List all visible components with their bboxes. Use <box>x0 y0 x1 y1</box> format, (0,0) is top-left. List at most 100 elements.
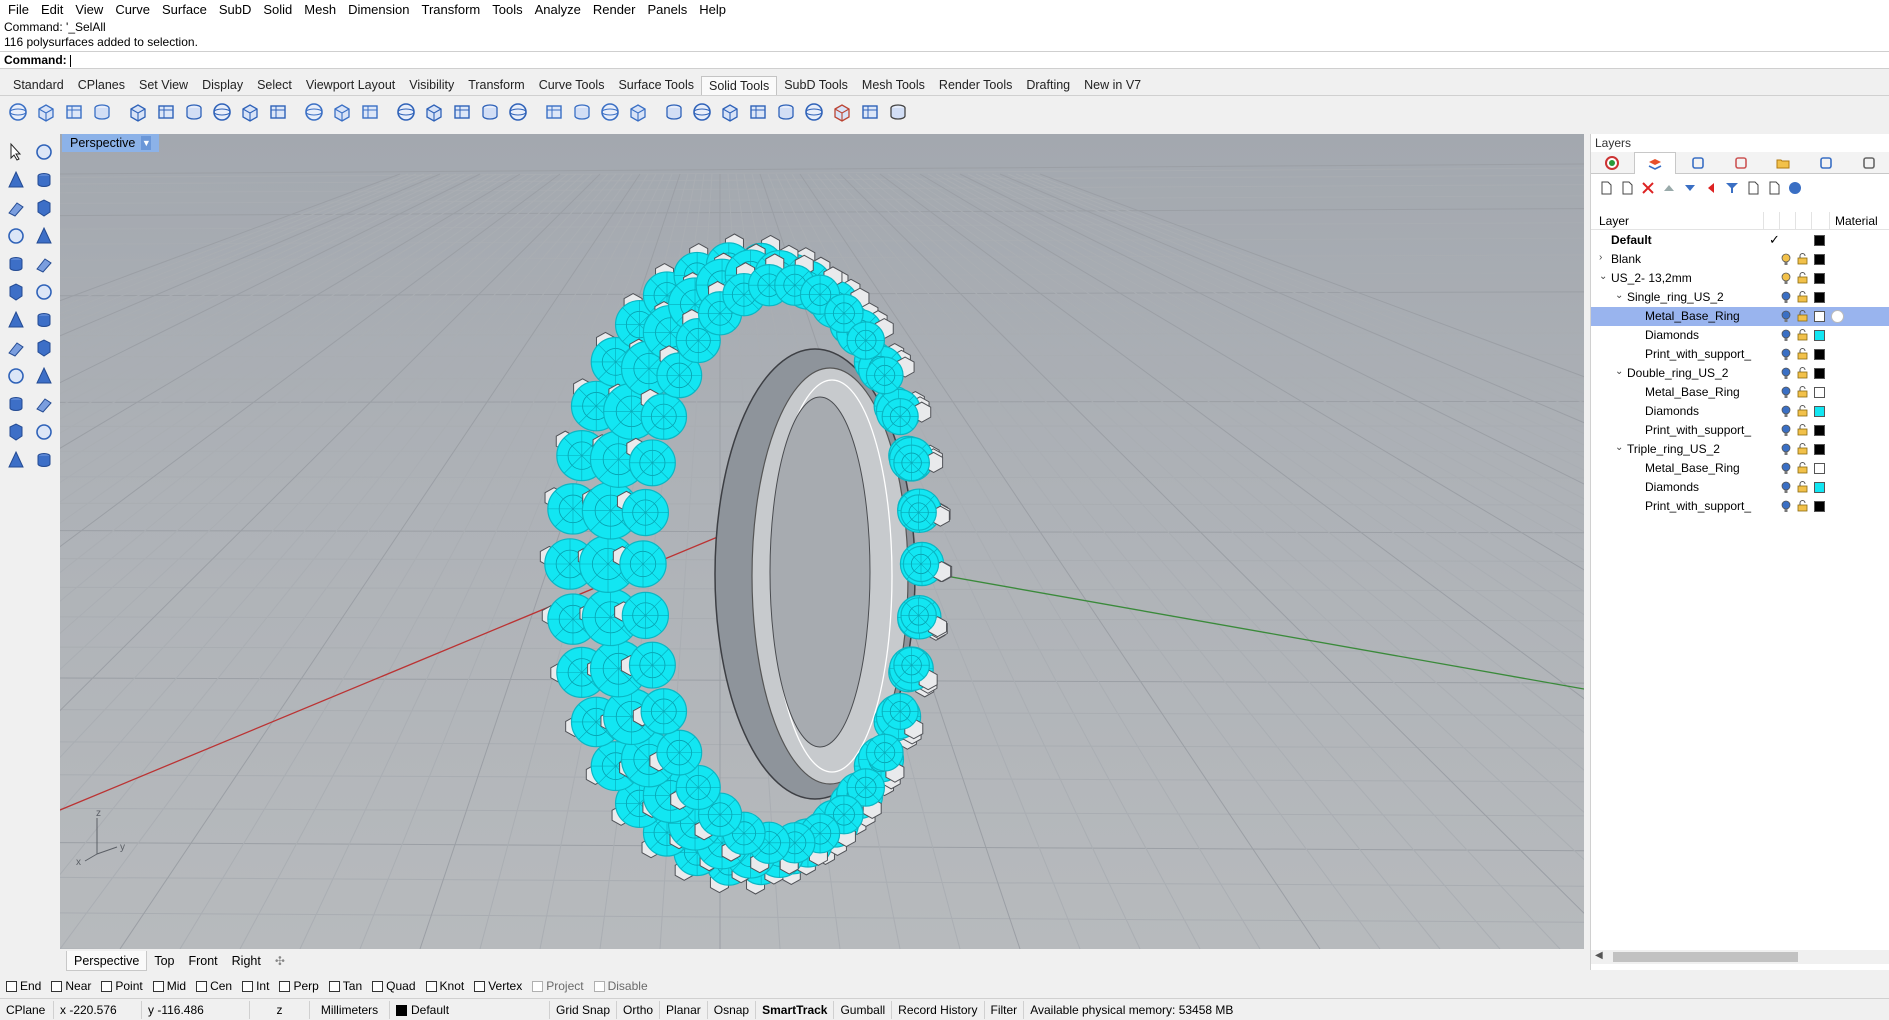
brush-icon[interactable] <box>1719 152 1762 174</box>
menu-edit[interactable]: Edit <box>37 0 71 20</box>
cap-planar-holes-icon[interactable] <box>542 100 566 124</box>
menu-help[interactable]: Help <box>695 0 734 20</box>
wire-cut-icon[interactable] <box>598 100 622 124</box>
ortho-toggle[interactable]: Ortho <box>617 1000 661 1019</box>
scroll-left-icon[interactable]: ◀ <box>1595 950 1603 961</box>
torus-icon[interactable] <box>90 100 114 124</box>
extrude-icon[interactable] <box>238 100 262 124</box>
layer-row[interactable]: › Blank <box>1591 250 1889 269</box>
layer-row[interactable]: ⌄ Triple_ring_US_2 <box>1591 440 1889 459</box>
current-layer[interactable]: Default <box>390 1000 550 1019</box>
layer-name[interactable]: Metal_Base_Ring <box>1645 461 1740 475</box>
osnap-tan[interactable]: Tan <box>328 979 362 993</box>
layer-color-swatch[interactable] <box>1814 444 1825 455</box>
transform-icon[interactable] <box>2 446 30 474</box>
layer-color-swatch[interactable] <box>1814 330 1825 341</box>
layer-row[interactable]: Print_with_support_ <box>1591 497 1889 516</box>
copy-icon[interactable] <box>1744 179 1762 197</box>
layer-name[interactable]: US_2- 13,2mm <box>1611 271 1692 285</box>
boolean-intersect-icon[interactable] <box>330 100 354 124</box>
move-face-icon[interactable] <box>626 100 650 124</box>
make-hole-icon[interactable] <box>718 100 742 124</box>
patterned-hole-icon[interactable] <box>858 100 882 124</box>
osnap-quad[interactable]: Quad <box>372 979 416 993</box>
layer-name[interactable]: Metal_Base_Ring <box>1645 385 1740 399</box>
layer-color-swatch[interactable] <box>1814 311 1825 322</box>
folder-icon[interactable] <box>1762 152 1805 174</box>
layer-color-swatch[interactable] <box>1814 463 1825 474</box>
tools-icon[interactable] <box>1765 179 1783 197</box>
polyline-icon[interactable] <box>2 166 30 194</box>
checkbox-icon[interactable] <box>152 980 164 992</box>
pipe-icon[interactable] <box>210 100 234 124</box>
more-icon[interactable] <box>1847 152 1889 174</box>
layers-icon[interactable] <box>1633 152 1677 174</box>
cplane-label[interactable]: CPlane <box>0 1000 54 1019</box>
osnap-point[interactable]: Point <box>101 979 143 993</box>
tab-visibility[interactable]: Visibility <box>402 76 461 95</box>
layer-name[interactable]: Double_ring_US_2 <box>1627 366 1728 380</box>
checkbox-icon[interactable] <box>328 980 340 992</box>
checkbox-icon[interactable] <box>51 980 63 992</box>
triangle-icon[interactable] <box>2 334 30 362</box>
lock-icon[interactable] <box>1797 291 1808 303</box>
layer-color-swatch[interactable] <box>1814 368 1825 379</box>
settings-icon[interactable] <box>30 446 58 474</box>
checkbox-icon[interactable] <box>6 980 17 992</box>
layer-color-swatch[interactable] <box>1814 273 1825 284</box>
tab-drafting[interactable]: Drafting <box>1019 76 1077 95</box>
shell-icon[interactable] <box>570 100 594 124</box>
checkbox-icon[interactable] <box>532 980 544 992</box>
tab-subd-tools[interactable]: SubD Tools <box>777 76 855 95</box>
move-up-icon[interactable] <box>1660 179 1678 197</box>
layer-row[interactable]: Metal_Base_Ring <box>1591 307 1889 326</box>
offset-surface-icon[interactable] <box>690 100 714 124</box>
ellipsoid-icon[interactable] <box>34 100 58 124</box>
menu-surface[interactable]: Surface <box>158 0 215 20</box>
tab-viewport-layout[interactable]: Viewport Layout <box>299 76 402 95</box>
osnap-cen[interactable]: Cen <box>196 979 232 993</box>
layer-row[interactable]: Diamonds <box>1591 402 1889 421</box>
osnap-int[interactable]: Int <box>242 979 269 993</box>
lock-icon[interactable] <box>1797 500 1808 512</box>
render-icon[interactable] <box>1676 152 1719 174</box>
visibility-bulb-icon[interactable] <box>1781 443 1791 456</box>
material-swatch[interactable] <box>1831 310 1844 323</box>
visibility-bulb-icon[interactable] <box>1781 329 1791 342</box>
boolean-difference-icon[interactable] <box>302 100 326 124</box>
add-viewport-tab-icon[interactable]: ✣ <box>268 951 292 971</box>
paraboloid-icon[interactable] <box>62 100 86 124</box>
viewport-tab-top[interactable]: Top <box>147 951 181 971</box>
menu-curve[interactable]: Curve <box>111 0 158 20</box>
checkbox-icon[interactable] <box>372 980 384 992</box>
fillet-edge-icon[interactable] <box>394 100 418 124</box>
lightning-icon[interactable] <box>30 194 58 222</box>
collapse-icon[interactable]: ⌄ <box>1615 366 1625 377</box>
viewport-title[interactable]: Perspective ▼ <box>62 134 160 152</box>
expand-icon[interactable]: › <box>1599 252 1609 263</box>
cylinder-icon[interactable] <box>154 100 178 124</box>
tab-select[interactable]: Select <box>250 76 299 95</box>
layer-name[interactable]: Default <box>1611 233 1652 247</box>
lock-icon[interactable] <box>1797 386 1808 398</box>
layer-name[interactable]: Diamonds <box>1645 328 1699 342</box>
rotate-icon[interactable] <box>30 390 58 418</box>
delete-hole-icon[interactable] <box>830 100 854 124</box>
tab-solid-tools[interactable]: Solid Tools <box>700 76 778 95</box>
layer-row[interactable]: Print_with_support_ <box>1591 421 1889 440</box>
select-arrow-icon[interactable] <box>2 138 30 166</box>
scrollbar-thumb[interactable] <box>1613 952 1798 962</box>
tab-standard[interactable]: Standard <box>6 76 71 95</box>
viewport-tab-perspective[interactable]: Perspective <box>66 951 148 971</box>
osnap-project[interactable]: Project <box>532 979 584 993</box>
visibility-bulb-icon[interactable] <box>1781 462 1791 475</box>
tab-surface-tools[interactable]: Surface Tools <box>611 76 701 95</box>
visibility-bulb-icon[interactable] <box>1781 481 1791 494</box>
grid-snap-toggle[interactable]: Grid Snap <box>550 1000 618 1019</box>
osnap-end[interactable]: End <box>6 979 41 993</box>
ellipse-icon[interactable] <box>2 278 30 306</box>
move-parent-icon[interactable] <box>1702 179 1720 197</box>
layer-color-swatch[interactable] <box>1814 254 1825 265</box>
layer-name[interactable]: Blank <box>1611 252 1641 266</box>
visibility-bulb-icon[interactable] <box>1781 386 1791 399</box>
